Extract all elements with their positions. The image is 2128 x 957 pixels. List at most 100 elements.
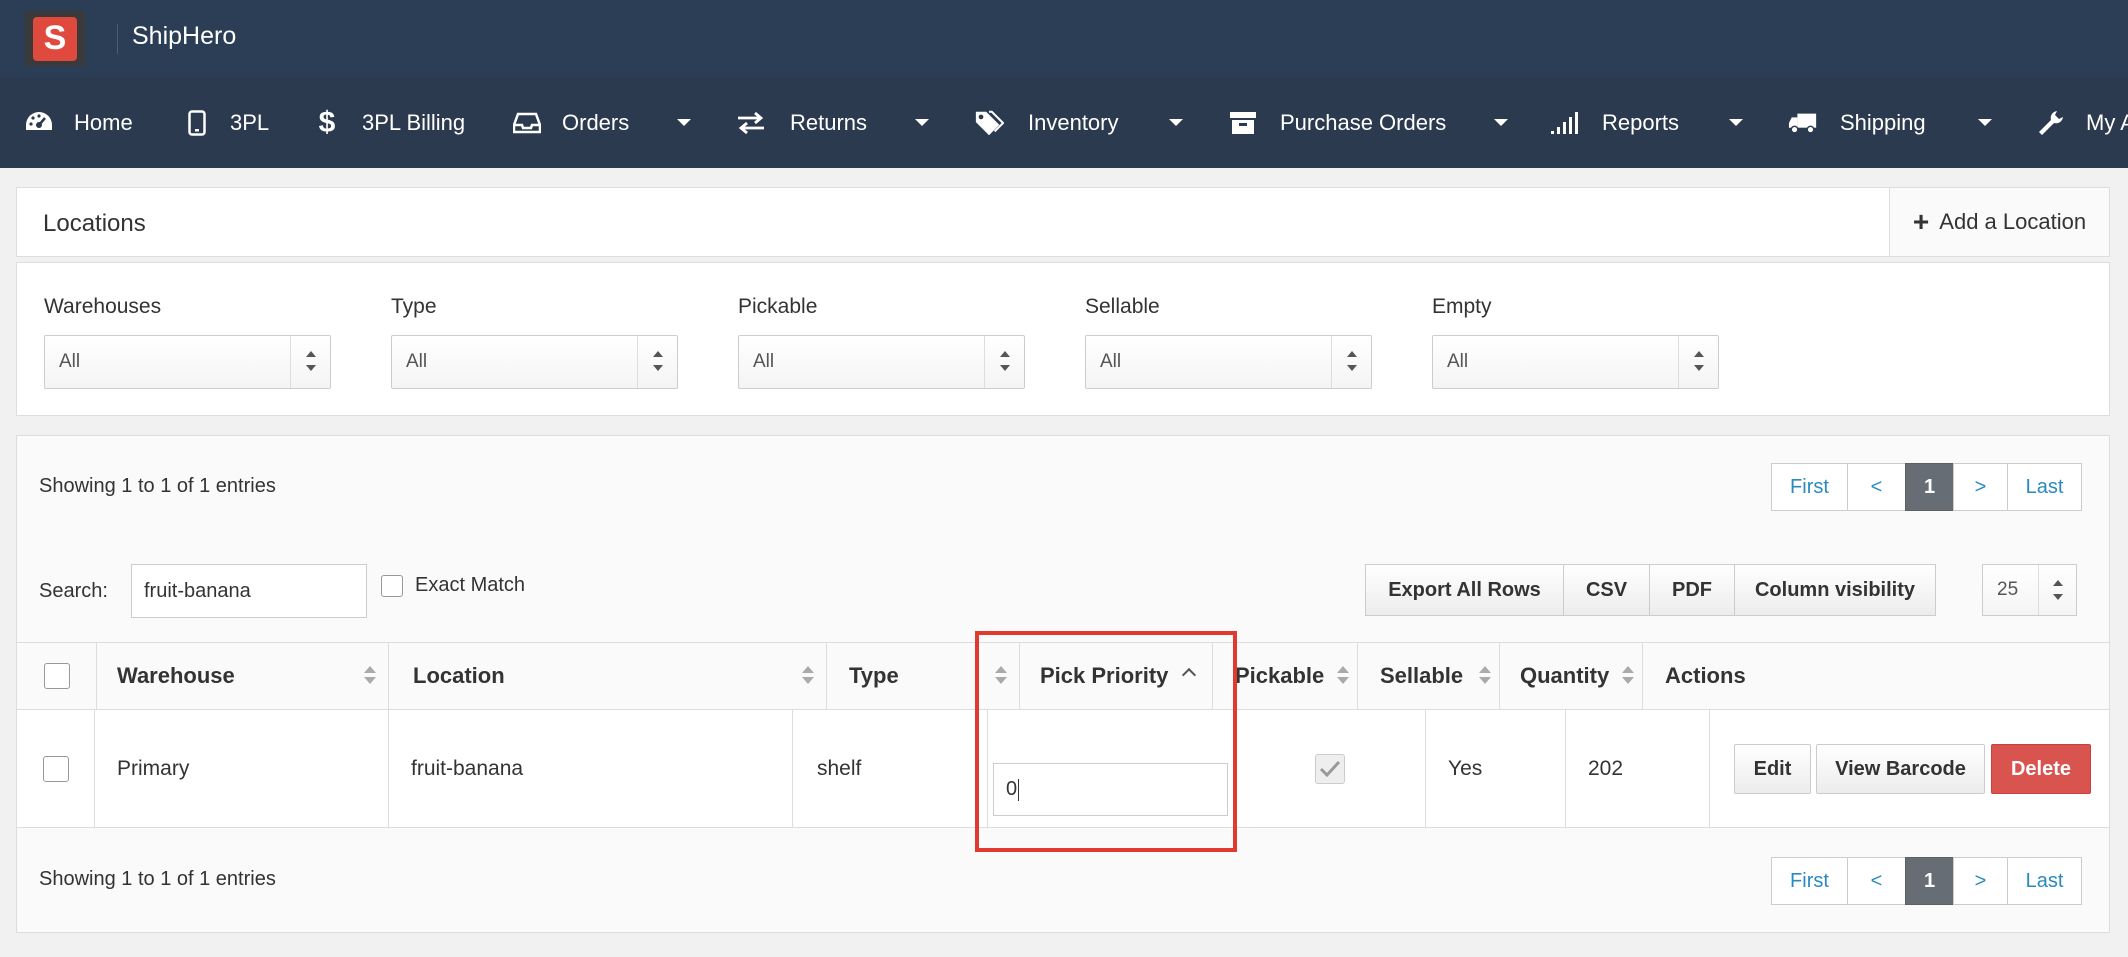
filters-panel: Warehouses All Type All Pickable All Sel… [16, 262, 2110, 416]
chevron-down-icon[interactable] [1168, 119, 1183, 126]
nav-shipping[interactable]: Shipping [1788, 77, 1992, 168]
col-quantity[interactable]: Quantity [1500, 643, 1643, 709]
locations-header: Locations + Add a Location [16, 187, 2110, 257]
col-pick-priority[interactable]: Pick Priority [1020, 643, 1213, 709]
last-page-button[interactable]: Last [2007, 463, 2082, 511]
brand-name[interactable]: ShipHero [132, 22, 236, 51]
shiphero-logo[interactable]: S [25, 11, 85, 66]
pagination-bottom: First < 1 > Last [1771, 857, 2082, 905]
first-page-button[interactable]: First [1771, 857, 1848, 905]
col-sellable[interactable]: Sellable [1358, 643, 1500, 709]
pickable-select[interactable]: All [738, 335, 1025, 389]
add-location-button[interactable]: + Add a Location [1889, 188, 2109, 256]
nav-my-account[interactable]: My A [2036, 77, 2128, 168]
select-arrows-icon [290, 336, 330, 388]
next-page-button[interactable]: > [1953, 463, 2008, 511]
col-type[interactable]: Type [827, 643, 1020, 709]
nav-purchase-orders[interactable]: Purchase Orders [1228, 77, 1509, 168]
sort-ascending-icon [1181, 666, 1197, 686]
page-length-select[interactable]: 25 [1982, 564, 2077, 616]
csv-button[interactable]: CSV [1563, 564, 1650, 616]
nav-3pl-billing[interactable]: $ 3PL Billing [312, 77, 465, 168]
nav-label: Purchase Orders [1280, 109, 1447, 135]
table-header: Warehouse Location Type Pick Priority Pi… [17, 642, 2109, 710]
pdf-button[interactable]: PDF [1649, 564, 1735, 616]
nav-returns[interactable]: Returns [736, 77, 930, 168]
locations-table-panel: Showing 1 to 1 of 1 entries First < 1 > … [16, 435, 2110, 933]
sort-icon [364, 666, 376, 686]
prev-page-button[interactable]: < [1847, 463, 1906, 511]
nav-label: Home [74, 109, 133, 135]
cell-actions: Edit View Barcode Delete [1710, 710, 2109, 828]
sort-icon [802, 666, 814, 686]
sellable-select[interactable]: All [1085, 335, 1372, 389]
delete-button[interactable]: Delete [1991, 744, 2091, 794]
cell-type: shelf [793, 710, 988, 828]
col-warehouse[interactable]: Warehouse [97, 643, 389, 709]
next-page-button[interactable]: > [1953, 857, 2008, 905]
export-all-rows-button[interactable]: Export All Rows [1365, 564, 1564, 616]
dashboard-icon [24, 108, 54, 138]
cell-location: fruit-banana [389, 710, 793, 828]
main-nav: Home 3PL $ 3PL Billing Orders Returns In… [0, 77, 2128, 168]
nav-orders[interactable]: Orders [512, 77, 692, 168]
last-page-button[interactable]: Last [2007, 857, 2082, 905]
filter-label: Warehouses [44, 295, 162, 318]
sort-icon [1479, 666, 1491, 686]
select-value: All [59, 351, 81, 372]
sort-icon [1622, 666, 1634, 686]
select-all-checkbox[interactable] [43, 663, 70, 689]
sort-icon [1337, 666, 1349, 686]
pick-priority-input[interactable]: 0 [993, 763, 1228, 816]
signal-icon [1550, 108, 1580, 138]
nav-home[interactable]: Home [24, 77, 133, 168]
current-page-button[interactable]: 1 [1905, 857, 1954, 905]
chevron-down-icon[interactable] [677, 119, 692, 126]
showing-info-top: Showing 1 to 1 of 1 entries [39, 475, 276, 497]
exact-match-checkbox[interactable] [381, 574, 403, 597]
chevron-down-icon[interactable] [915, 119, 930, 126]
col-label: Quantity [1520, 663, 1610, 688]
search-input[interactable]: fruit-banana [131, 564, 367, 618]
page-title: Locations [43, 210, 146, 237]
nav-reports[interactable]: Reports [1550, 77, 1744, 168]
chevron-down-icon[interactable] [1729, 119, 1744, 126]
col-pickable[interactable]: Pickable [1213, 643, 1358, 709]
nav-3pl[interactable]: 3PL [182, 77, 269, 168]
view-barcode-button[interactable]: View Barcode [1816, 744, 1985, 794]
exchange-icon [736, 108, 766, 138]
plus-icon: + [1912, 206, 1930, 237]
column-visibility-button[interactable]: Column visibility [1734, 564, 1936, 616]
tablet-icon [182, 108, 212, 138]
wrench-icon [2036, 108, 2066, 138]
nav-label: 3PL [230, 109, 270, 135]
brand-divider [117, 24, 118, 54]
search-value: fruit-banana [144, 579, 251, 602]
exact-match[interactable]: Exact Match [381, 574, 525, 597]
current-page-button[interactable]: 1 [1905, 463, 1954, 511]
edit-button[interactable]: Edit [1734, 744, 1811, 794]
col-label: Actions [1665, 663, 1746, 688]
nav-inventory[interactable]: Inventory [974, 77, 1183, 168]
prev-page-button[interactable]: < [1847, 857, 1906, 905]
select-value: All [1100, 351, 1122, 372]
col-location[interactable]: Location [389, 643, 827, 709]
cell-warehouse: Primary [95, 710, 389, 828]
pagination-top: First < 1 > Last [1771, 463, 2082, 511]
type-select[interactable]: All [391, 335, 678, 389]
empty-select[interactable]: All [1432, 335, 1719, 389]
col-actions: Actions [1643, 643, 2109, 709]
sort-icon [995, 666, 1007, 686]
col-label: Location [413, 663, 505, 688]
cell-quantity: 202 [1566, 710, 1710, 828]
pick-priority-value: 0 [1006, 778, 1018, 800]
warehouses-select[interactable]: All [44, 335, 331, 389]
row-checkbox[interactable] [42, 756, 69, 782]
first-page-button[interactable]: First [1771, 463, 1848, 511]
col-label: Pick Priority [1040, 663, 1169, 688]
chevron-down-icon[interactable] [1977, 119, 1992, 126]
select-arrows-icon [2038, 565, 2076, 615]
nav-label: Inventory [1028, 109, 1119, 135]
inbox-icon [512, 108, 542, 138]
chevron-down-icon[interactable] [1494, 119, 1509, 126]
